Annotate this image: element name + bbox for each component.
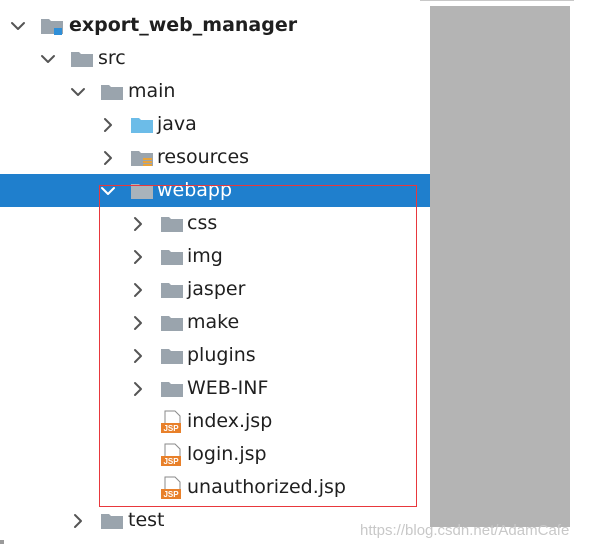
chevron-right-icon[interactable] bbox=[100, 117, 116, 133]
tree-item-export-web-manager[interactable]: export_web_manager bbox=[0, 9, 430, 42]
side-panel bbox=[430, 5, 570, 527]
tree-item-label: java bbox=[157, 113, 197, 135]
source-folder-icon bbox=[131, 118, 153, 133]
resources-folder-icon bbox=[131, 151, 153, 166]
tree-item-label: main bbox=[128, 80, 176, 102]
chevron-right-icon[interactable] bbox=[100, 150, 116, 166]
chevron-down-icon[interactable] bbox=[70, 84, 86, 100]
annotation-highlight-box bbox=[99, 185, 417, 507]
chevron-right-icon[interactable] bbox=[70, 513, 86, 529]
corner-mark bbox=[0, 540, 4, 544]
tree-item-java[interactable]: java bbox=[0, 108, 430, 141]
tree-item-label: test bbox=[128, 509, 165, 531]
tree-item-label: export_web_manager bbox=[69, 14, 298, 36]
folder-icon bbox=[71, 52, 93, 67]
tree-item-resources[interactable]: resources bbox=[0, 141, 430, 174]
tree-item-src[interactable]: src bbox=[0, 42, 430, 75]
chevron-down-icon[interactable] bbox=[40, 51, 56, 67]
window-frame-edge bbox=[420, 0, 574, 6]
folder-icon bbox=[101, 514, 123, 529]
module-folder-icon bbox=[41, 19, 63, 35]
tree-item-label: src bbox=[98, 47, 126, 69]
tree-item-label: resources bbox=[157, 146, 250, 168]
folder-icon bbox=[101, 85, 123, 100]
tree-item-main[interactable]: main bbox=[0, 75, 430, 108]
chevron-down-icon[interactable] bbox=[10, 18, 26, 34]
watermark: https://blog.csdn.net/AdamCafe bbox=[360, 522, 570, 539]
